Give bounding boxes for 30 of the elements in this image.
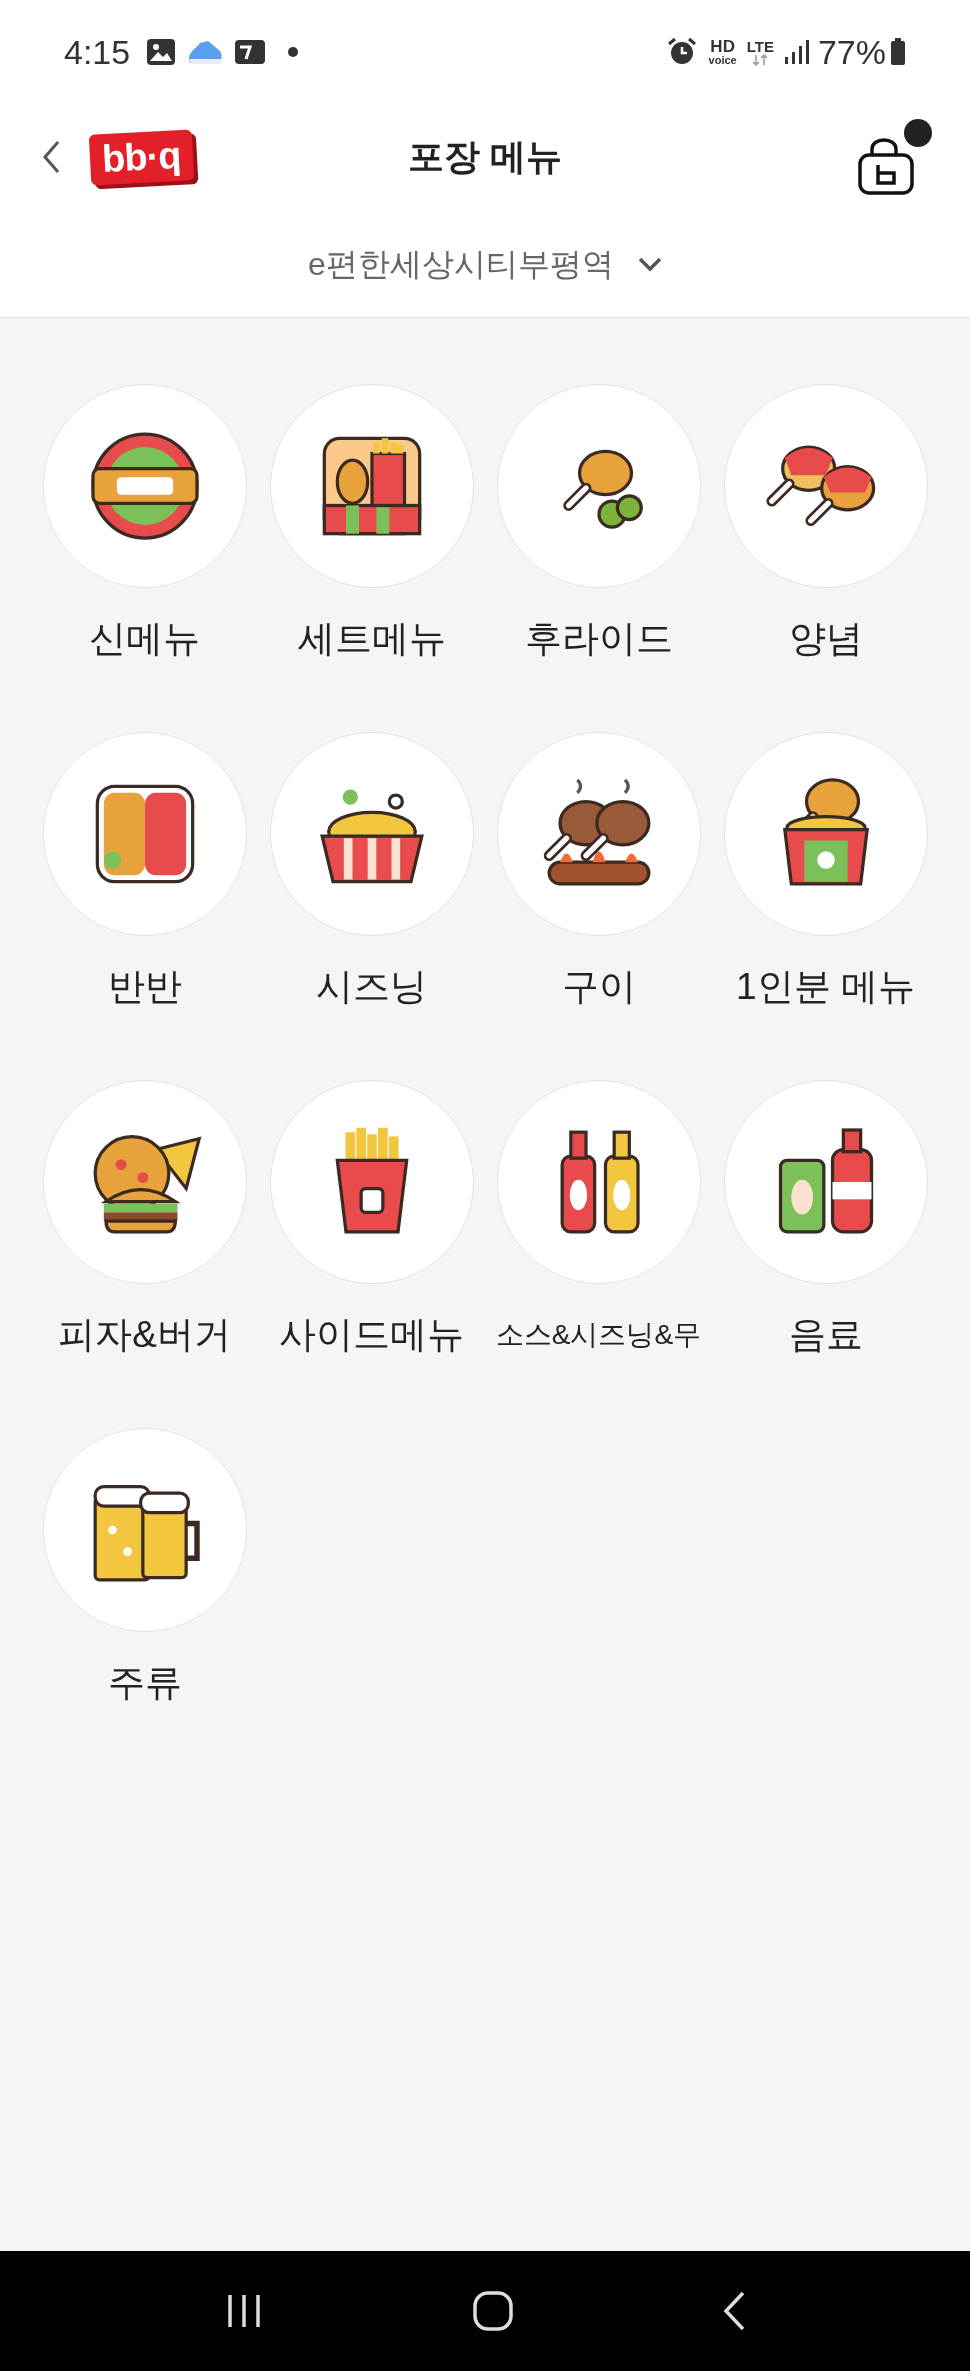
image-icon <box>146 38 177 66</box>
back-nav-icon[interactable] <box>721 2291 746 2331</box>
category-label[interactable]: 후라이드 <box>524 616 673 662</box>
category-label[interactable]: 소스&시즈닝&무 <box>495 1312 702 1358</box>
category-label[interactable]: 음료 <box>788 1312 863 1358</box>
category-label[interactable]: 구이 <box>561 964 636 1010</box>
signal-icon <box>783 39 810 65</box>
category-label[interactable]: 사이드메뉴 <box>279 1312 464 1358</box>
category-label[interactable]: 반반 <box>107 964 182 1010</box>
category-label[interactable]: 피자&버거 <box>58 1312 231 1358</box>
category-label[interactable]: 신메뉴 <box>89 616 200 662</box>
page-title: 포장 메뉴 <box>408 135 562 179</box>
cart-button[interactable] <box>856 119 932 195</box>
voice-label: voice <box>708 55 737 66</box>
alarm-icon <box>666 37 697 67</box>
data-arrows-icon <box>752 53 769 66</box>
battery-icon <box>890 38 906 66</box>
battery-percent: 77% <box>817 31 886 73</box>
category-label[interactable]: 주류 <box>107 1660 182 1706</box>
category-label[interactable]: 양념 <box>788 616 863 662</box>
category-label[interactable]: 세트메뉴 <box>297 616 446 662</box>
network-label: LTE <box>746 38 774 54</box>
category-label[interactable]: 1인분 메뉴 <box>736 964 915 1010</box>
app-icon <box>234 39 267 65</box>
home-icon[interactable] <box>473 2291 513 2331</box>
hd-label: HD <box>710 38 735 55</box>
store-selector[interactable]: e편한세상시티부평역 <box>308 239 662 288</box>
category-label[interactable]: 시즈닝 <box>316 964 427 1010</box>
chevron-down-icon <box>637 255 662 272</box>
status-time: 4:15 <box>64 31 131 73</box>
